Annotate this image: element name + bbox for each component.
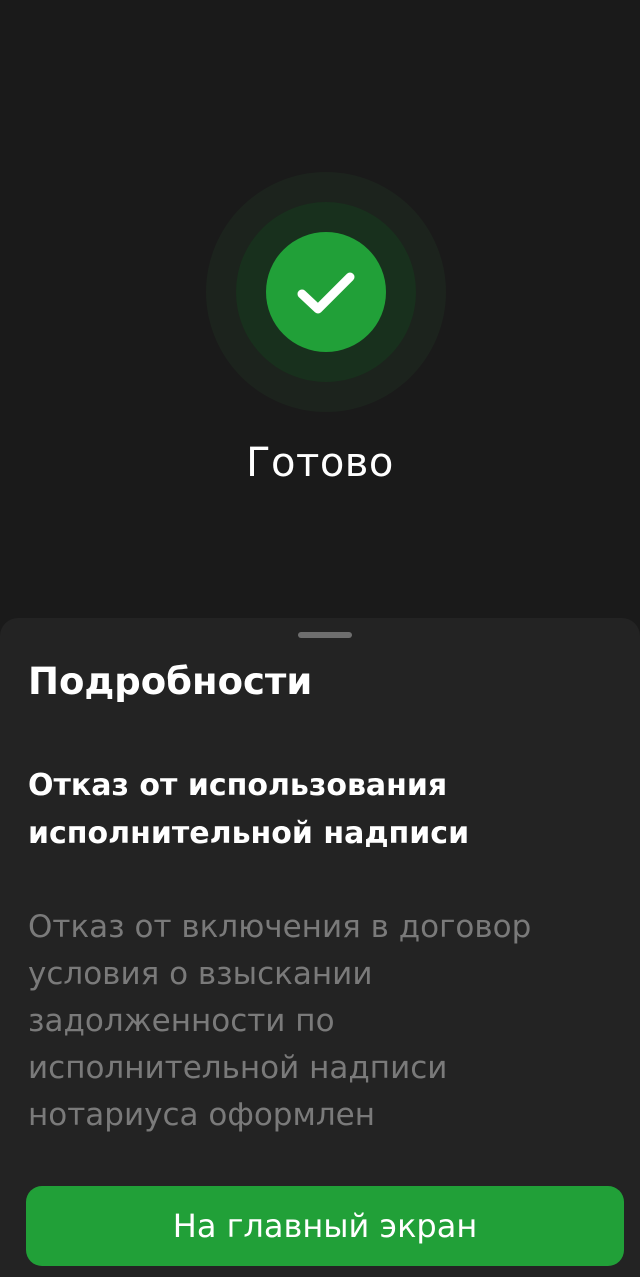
detail-title: Отказ от использования исполнительной на… <box>28 768 470 851</box>
checkmark-icon <box>297 272 355 314</box>
success-indicator <box>206 172 446 412</box>
check-circle <box>266 232 386 352</box>
sheet-grabber[interactable] <box>298 632 352 638</box>
status-title: Готово <box>246 440 394 486</box>
details-sheet: Подробности Отказ от использования испол… <box>0 618 640 1277</box>
status-area: Готово <box>0 0 640 620</box>
detail-description: Отказ от включения в договор условия о в… <box>28 909 532 1133</box>
home-screen-button[interactable]: На главный экран <box>26 1186 624 1266</box>
success-screen: Готово Подробности Отказ от использовани… <box>0 0 640 1277</box>
sheet-title: Подробности <box>28 660 313 703</box>
